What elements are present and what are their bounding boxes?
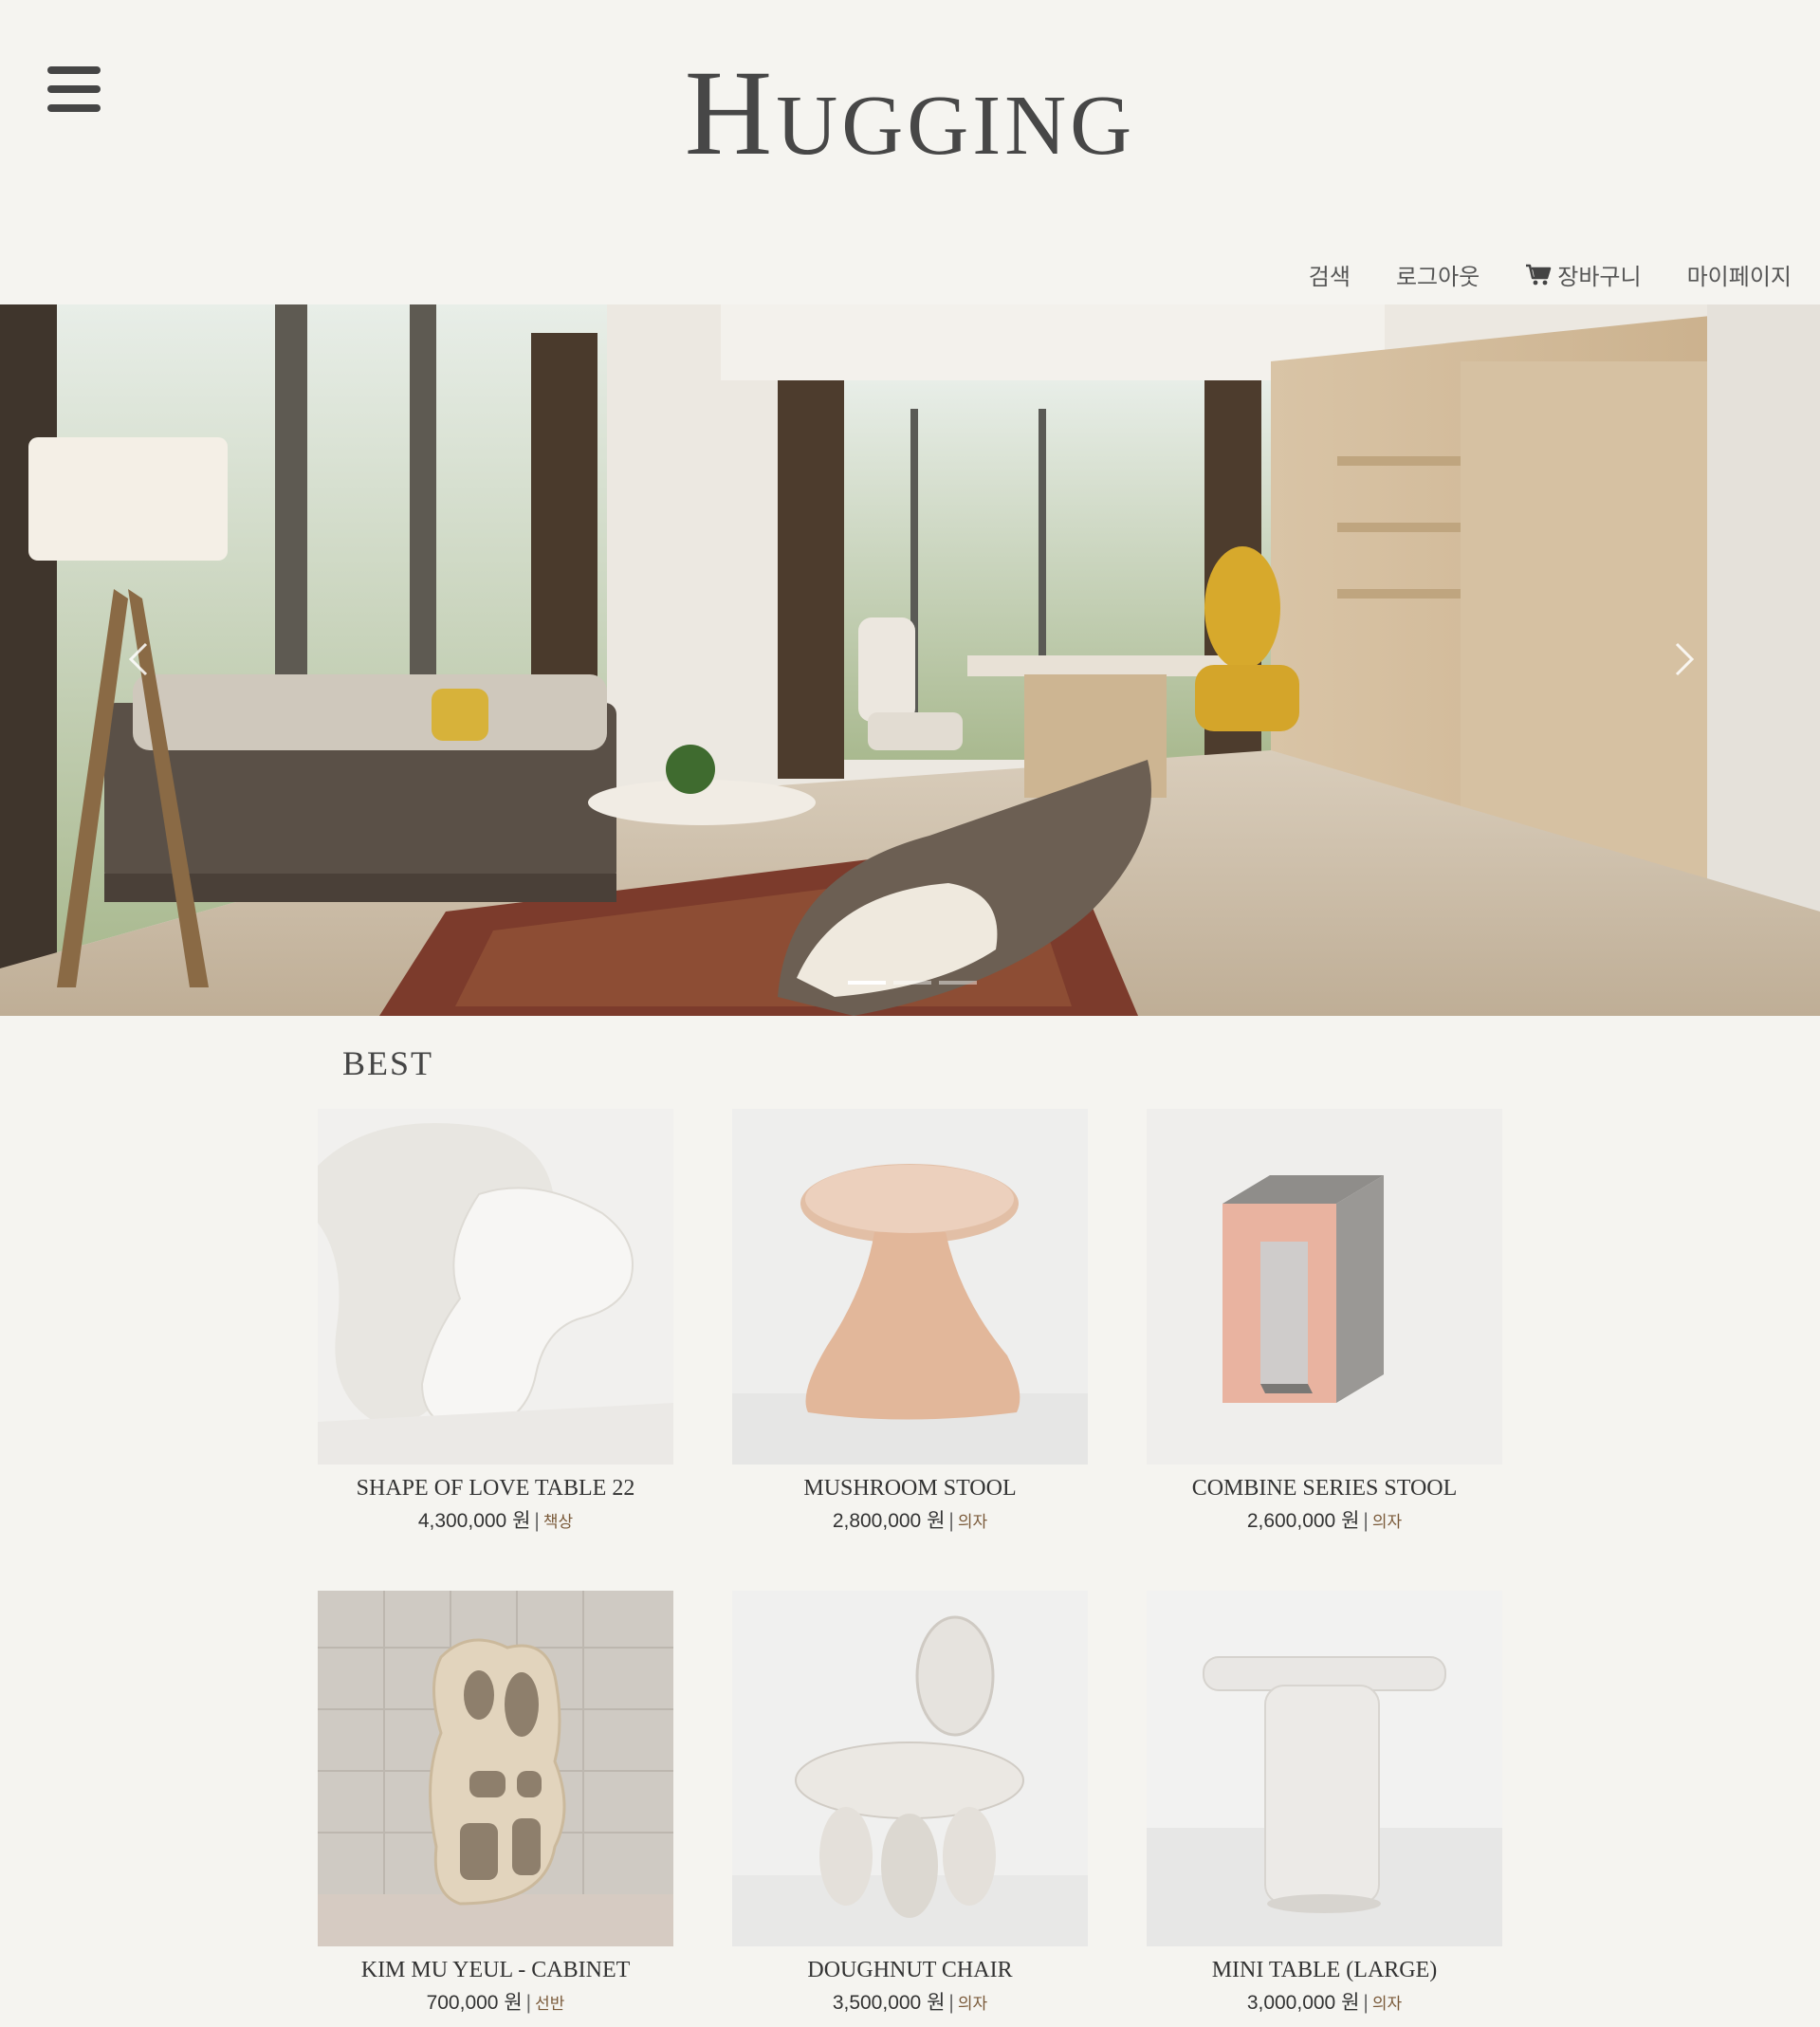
cart-icon [1526,264,1552,285]
product-card[interactable]: MINI TABLE (LARGE) 3,000,000 원 | 의자 [1147,1591,1502,2016]
product-image[interactable] [732,1591,1088,1946]
currency-label: 원 [927,1992,946,2014]
hero-image [0,304,1820,1016]
product-name[interactable]: COMBINE SERIES STOOL [1147,1476,1502,1502]
top-nav: 검색 로그아웃 장바구니 마이페이지 [1309,258,1792,291]
product-meta: 3,500,000 원 | 의자 [832,1992,988,2014]
hero-next-arrow-icon[interactable] [1669,640,1698,678]
nav-logout[interactable]: 로그아웃 [1396,258,1480,291]
nav-mypage-label: 마이페이지 [1686,264,1792,290]
product-price: 3,500,000 [832,1992,922,2014]
product-name[interactable]: MINI TABLE (LARGE) [1147,1958,1502,1983]
site-logo[interactable]: Hugging [0,52,1820,174]
product-meta: 2,600,000 원 | 의자 [1246,1510,1403,1532]
product-category[interactable]: 선반 [535,1995,564,2013]
product-image[interactable] [1147,1109,1502,1465]
product-price: 700,000 [426,1992,499,2014]
product-card[interactable]: MUSHROOM STOOL 2,800,000 원 | 의자 [732,1109,1088,1534]
currency-label: 원 [1341,1510,1360,1532]
hero-dot[interactable] [893,981,931,985]
product-meta: 2,800,000 원 | 의자 [832,1510,988,1532]
product-image[interactable] [732,1109,1088,1465]
product-grid: SHAPE OF LOVE TABLE 22 4,300,000 원 | 책상 MU… [318,1109,1503,2016]
hero-banner[interactable] [0,304,1820,1016]
product-price: 2,800,000 [832,1510,922,1532]
nav-cart[interactable]: 장바구니 [1525,258,1642,291]
product-card[interactable]: SHAPE OF LOVE TABLE 22 4,300,000 원 | 책상 [318,1109,673,1534]
currency-label: 원 [1341,1992,1360,2014]
product-name[interactable]: MUSHROOM STOOL [732,1476,1088,1502]
product-price: 3,000,000 [1246,1992,1336,2014]
product-image[interactable] [318,1109,673,1465]
nav-logout-label: 로그아웃 [1395,264,1480,290]
product-category[interactable]: 의자 [1372,1513,1402,1531]
product-name[interactable]: DOUGHNUT CHAIR [732,1958,1088,1983]
hero-dot[interactable] [848,981,886,985]
product-name[interactable]: KIM MU YEUL - CABINET [318,1958,673,1983]
section-title: BEST [342,1044,434,1082]
product-meta: 4,300,000 원 | 책상 [417,1510,574,1532]
product-category[interactable]: 의자 [1372,1995,1402,2013]
hero-pagination [848,981,977,985]
product-card[interactable]: COMBINE SERIES STOOL 2,600,000 원 | 의자 [1147,1109,1502,1534]
product-category[interactable]: 의자 [958,1995,987,2013]
product-meta: 3,000,000 원 | 의자 [1246,1992,1403,2014]
nav-mypage[interactable]: 마이페이지 [1687,258,1792,291]
nav-search[interactable]: 검색 [1309,258,1351,291]
product-meta: 700,000 원 | 선반 [426,1992,565,2014]
hero-prev-arrow-icon[interactable] [125,640,154,678]
product-image[interactable] [318,1591,673,1946]
currency-label: 원 [512,1510,531,1532]
currency-label: 원 [927,1510,946,1532]
nav-cart-label: 장바구니 [1557,264,1642,290]
product-name[interactable]: SHAPE OF LOVE TABLE 22 [318,1476,673,1502]
hero-dot[interactable] [939,981,977,985]
product-card[interactable]: DOUGHNUT CHAIR 3,500,000 원 | 의자 [732,1591,1088,2016]
product-card[interactable]: KIM MU YEUL - CABINET 700,000 원 | 선반 [318,1591,673,2016]
product-category[interactable]: 책상 [543,1513,573,1531]
product-category[interactable]: 의자 [958,1513,987,1531]
nav-search-label: 검색 [1308,264,1351,290]
currency-label: 원 [504,1992,523,2014]
product-image[interactable] [1147,1591,1502,1946]
product-price: 2,600,000 [1246,1510,1336,1532]
product-price: 4,300,000 [417,1510,507,1532]
